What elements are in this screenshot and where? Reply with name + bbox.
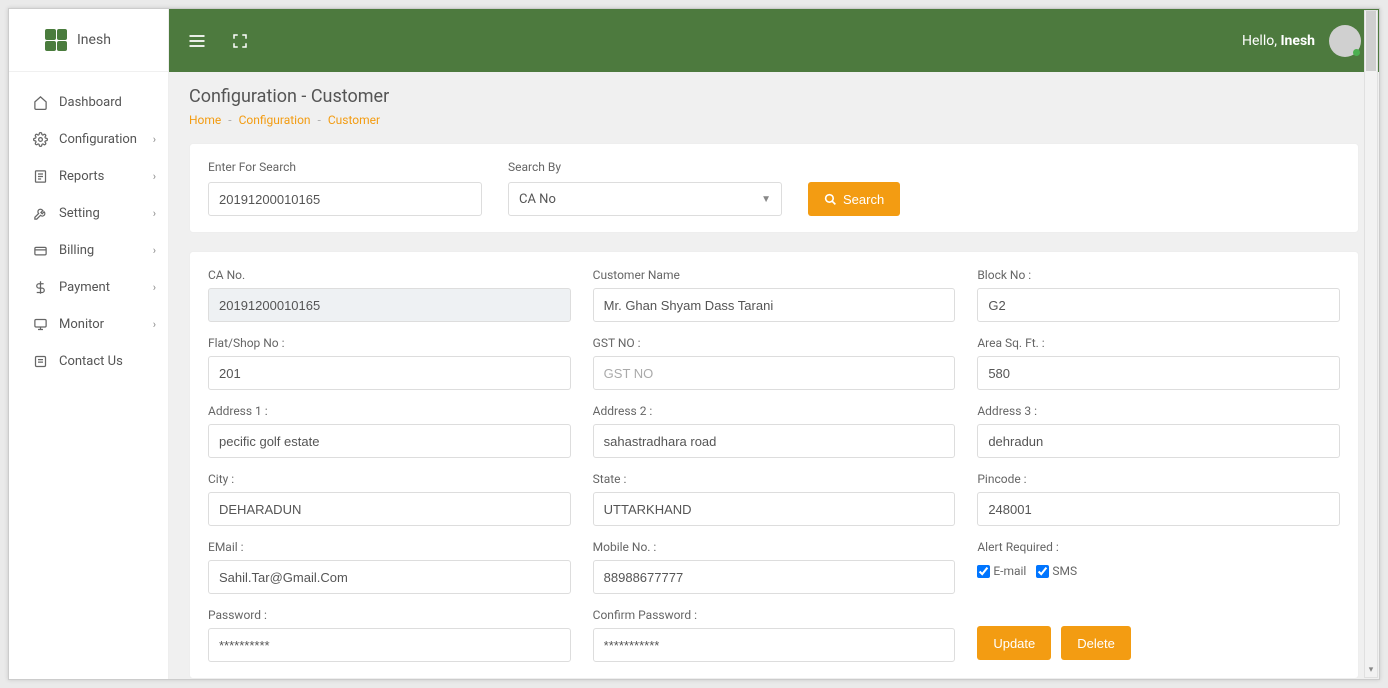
delete-button[interactable]: Delete xyxy=(1061,626,1131,660)
alert-email-checkbox[interactable] xyxy=(977,565,990,578)
addr2-field[interactable] xyxy=(593,424,956,458)
sidebar-item-billing[interactable]: Billing › xyxy=(9,232,168,269)
pincode-field[interactable] xyxy=(977,492,1340,526)
scrollbar-down-icon[interactable]: ▾ xyxy=(1365,663,1377,677)
confirm-password-label: Confirm Password : xyxy=(593,608,956,622)
search-input[interactable] xyxy=(208,182,482,216)
sidebar-label: Reports xyxy=(59,169,153,184)
sidebar-item-reports[interactable]: Reports › xyxy=(9,158,168,195)
mobile-label: Mobile No. : xyxy=(593,540,956,554)
flat-no-label: Flat/Shop No : xyxy=(208,336,571,350)
sidebar-label: Configuration xyxy=(59,132,153,147)
gst-no-field[interactable] xyxy=(593,356,956,390)
email-field[interactable] xyxy=(208,560,571,594)
sidebar-label: Monitor xyxy=(59,317,153,332)
page-title: Configuration - Customer xyxy=(189,86,1359,107)
sidebar-item-configuration[interactable]: Configuration › xyxy=(9,121,168,158)
chevron-right-icon: › xyxy=(153,281,156,294)
greeting-text: Hello, Inesh xyxy=(1242,33,1315,49)
search-enter-label: Enter For Search xyxy=(208,160,482,174)
confirm-password-field[interactable] xyxy=(593,628,956,662)
pincode-label: Pincode : xyxy=(977,472,1340,486)
fullscreen-icon[interactable] xyxy=(231,32,249,50)
logo-icon xyxy=(45,29,67,51)
sidebar-item-dashboard[interactable]: Dashboard xyxy=(9,84,168,121)
ca-no-field xyxy=(208,288,571,322)
customer-name-label: Customer Name xyxy=(593,268,956,282)
brand-logo[interactable]: Inesh xyxy=(9,9,168,72)
sidebar-label: Billing xyxy=(59,243,153,258)
gst-no-label: GST NO : xyxy=(593,336,956,350)
main-area: Hello, Inesh Configuration - Customer Ho… xyxy=(169,9,1379,679)
brand-name: Inesh xyxy=(77,32,111,48)
dollar-icon xyxy=(31,280,49,295)
chevron-right-icon: › xyxy=(153,207,156,220)
city-field[interactable] xyxy=(208,492,571,526)
breadcrumb-section[interactable]: Configuration xyxy=(239,113,311,127)
breadcrumb: Home - Configuration - Customer xyxy=(189,113,1359,127)
wrench-icon xyxy=(31,206,49,221)
search-card: Enter For Search Search By CA No ▼ xyxy=(189,143,1359,233)
report-icon xyxy=(31,169,49,184)
search-button[interactable]: Search xyxy=(808,182,900,216)
wallet-icon xyxy=(31,243,49,258)
search-by-label: Search By xyxy=(508,160,782,174)
sidebar-item-monitor[interactable]: Monitor › xyxy=(9,306,168,343)
alert-email-checkbox-wrap[interactable]: E-mail xyxy=(977,564,1026,578)
sidebar-item-payment[interactable]: Payment › xyxy=(9,269,168,306)
search-by-select[interactable]: CA No ▼ xyxy=(508,182,782,216)
breadcrumb-current[interactable]: Customer xyxy=(328,113,380,127)
addr1-field[interactable] xyxy=(208,424,571,458)
customer-form-card: CA No. Customer Name Block No : Fl xyxy=(189,251,1359,679)
customer-name-field[interactable] xyxy=(593,288,956,322)
addr1-label: Address 1 : xyxy=(208,404,571,418)
sidebar: Inesh Dashboard Configuration › xyxy=(9,9,169,679)
flat-no-field[interactable] xyxy=(208,356,571,390)
contact-icon xyxy=(31,354,49,369)
sidebar-label: Setting xyxy=(59,206,153,221)
alert-label: Alert Required : xyxy=(977,540,1340,554)
city-label: City : xyxy=(208,472,571,486)
gear-icon xyxy=(31,132,49,147)
block-no-label: Block No : xyxy=(977,268,1340,282)
sidebar-label: Dashboard xyxy=(59,95,156,110)
menu-toggle-icon[interactable] xyxy=(187,31,207,51)
content: Configuration - Customer Home - Configur… xyxy=(169,72,1379,679)
topbar: Hello, Inesh xyxy=(169,9,1379,72)
chevron-right-icon: › xyxy=(153,318,156,331)
chevron-right-icon: › xyxy=(153,133,156,146)
sidebar-item-setting[interactable]: Setting › xyxy=(9,195,168,232)
monitor-icon xyxy=(31,317,49,332)
block-no-field[interactable] xyxy=(977,288,1340,322)
alert-sms-checkbox-wrap[interactable]: SMS xyxy=(1036,564,1077,578)
addr2-label: Address 2 : xyxy=(593,404,956,418)
search-by-value: CA No xyxy=(519,192,556,207)
avatar[interactable] xyxy=(1329,25,1361,57)
addr3-label: Address 3 : xyxy=(977,404,1340,418)
password-label: Password : xyxy=(208,608,571,622)
email-label: EMail : xyxy=(208,540,571,554)
state-field[interactable] xyxy=(593,492,956,526)
mobile-field[interactable] xyxy=(593,560,956,594)
state-label: State : xyxy=(593,472,956,486)
sidebar-menu: Dashboard Configuration › Reports › xyxy=(9,72,168,380)
chevron-right-icon: › xyxy=(153,244,156,257)
caret-down-icon: ▼ xyxy=(761,194,771,205)
chevron-right-icon: › xyxy=(153,170,156,183)
alert-sms-checkbox[interactable] xyxy=(1036,565,1049,578)
addr3-field[interactable] xyxy=(977,424,1340,458)
sidebar-label: Payment xyxy=(59,280,153,295)
sidebar-item-contact[interactable]: Contact Us xyxy=(9,343,168,380)
password-field[interactable] xyxy=(208,628,571,662)
area-field[interactable] xyxy=(977,356,1340,390)
scrollbar[interactable]: ▾ xyxy=(1364,10,1378,678)
scrollbar-thumb[interactable] xyxy=(1366,11,1376,71)
sidebar-label: Contact Us xyxy=(59,354,156,369)
area-label: Area Sq. Ft. : xyxy=(977,336,1340,350)
breadcrumb-home[interactable]: Home xyxy=(189,113,221,127)
home-icon xyxy=(31,95,49,110)
ca-no-label: CA No. xyxy=(208,268,571,282)
update-button[interactable]: Update xyxy=(977,626,1051,660)
